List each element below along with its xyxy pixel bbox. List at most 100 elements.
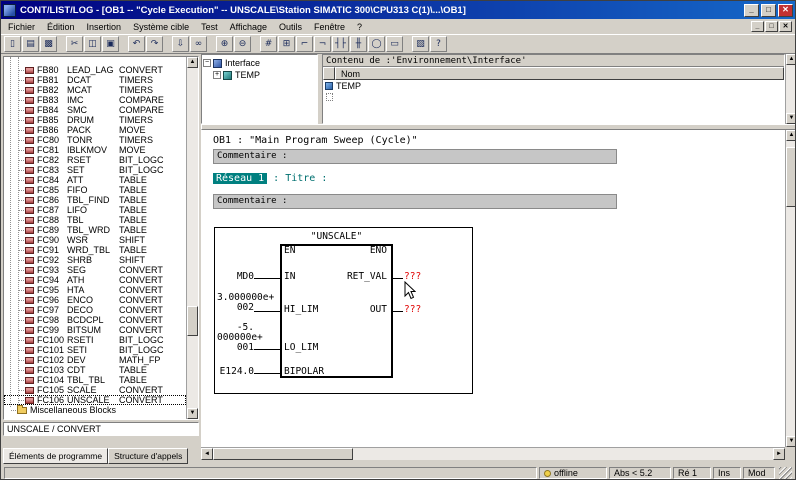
tree-item[interactable]: FC88 TBL TABLE bbox=[4, 215, 186, 225]
menu-item[interactable]: Test bbox=[195, 21, 224, 33]
resize-grip[interactable] bbox=[779, 466, 792, 479]
download-icon[interactable]: ⇩ bbox=[172, 36, 189, 52]
menu-item[interactable]: Système cible bbox=[127, 21, 195, 33]
redo-icon[interactable]: ↷ bbox=[146, 36, 163, 52]
tree-item[interactable]: FC103 CDT TABLE bbox=[4, 365, 186, 375]
contact-no-icon[interactable]: ┤├ bbox=[332, 36, 349, 52]
scroll-right-icon[interactable]: ► bbox=[773, 448, 785, 460]
scroll-down-icon[interactable]: ▼ bbox=[786, 113, 795, 124]
zoom-out-icon[interactable]: ⊖ bbox=[234, 36, 251, 52]
menu-item[interactable]: Fenêtre bbox=[308, 21, 351, 33]
scrollbar-thumb[interactable] bbox=[786, 146, 795, 207]
coil-icon[interactable]: ◯ bbox=[368, 36, 385, 52]
tree-item[interactable]: FC102 DEV MATH_FP bbox=[4, 355, 186, 365]
menu-item[interactable]: Insertion bbox=[81, 21, 128, 33]
tree-item[interactable]: FB85 DRUM TIMERS bbox=[4, 115, 186, 125]
tree-scrollbar[interactable]: ▲ ▼ bbox=[186, 57, 198, 419]
menu-item[interactable]: ? bbox=[351, 21, 368, 33]
interface-root-item[interactable]: − Interface bbox=[203, 57, 316, 69]
tree-item[interactable]: FC84 ATT TABLE bbox=[4, 175, 186, 185]
mdi-minimize-button[interactable]: _ bbox=[751, 21, 764, 32]
contact-nc-icon[interactable]: ╫ bbox=[350, 36, 367, 52]
zoom-in-icon[interactable]: ⊕ bbox=[216, 36, 233, 52]
cut-icon[interactable]: ✂ bbox=[66, 36, 83, 52]
declaration-scrollbar[interactable]: ▲ ▼ bbox=[785, 54, 795, 124]
operand-in[interactable]: MD0 bbox=[217, 272, 254, 282]
expand-icon[interactable]: + bbox=[213, 71, 221, 79]
tree-item[interactable]: FC99 BITSUM CONVERT bbox=[4, 325, 186, 335]
open-icon[interactable]: ▤ bbox=[22, 36, 39, 52]
tree-item[interactable]: FC80 TONR TIMERS bbox=[4, 135, 186, 145]
copy-icon[interactable]: ◫ bbox=[84, 36, 101, 52]
tree-item[interactable]: FC87 LIFO TABLE bbox=[4, 205, 186, 215]
menu-item[interactable]: Outils bbox=[273, 21, 308, 33]
mdi-restore-button[interactable]: □ bbox=[765, 21, 778, 32]
tree-item[interactable]: FC98 BCDCPL CONVERT bbox=[4, 315, 186, 325]
tree-item[interactable]: FB82 MCAT TIMERS bbox=[4, 85, 186, 95]
new-document-icon[interactable]: ▯ bbox=[4, 36, 21, 52]
tree-item[interactable]: FC82 RSET BIT_LOGC bbox=[4, 155, 186, 165]
menu-item[interactable]: Affichage bbox=[224, 21, 273, 33]
tree-item[interactable]: FC85 FIFO TABLE bbox=[4, 185, 186, 195]
menu-item[interactable]: Édition bbox=[41, 21, 81, 33]
code-editor[interactable]: OB1 : "Main Program Sweep (Cycle)" Comme… bbox=[201, 130, 785, 447]
mdi-close-button[interactable]: ✕ bbox=[779, 21, 792, 32]
tree-item[interactable]: FC100 RSETI BIT_LOGC bbox=[4, 335, 186, 345]
maximize-button[interactable]: □ bbox=[761, 3, 776, 17]
editor-vertical-scrollbar[interactable]: ▲ ▼ bbox=[785, 130, 795, 447]
tab-call-structure[interactable]: Structure d'appels bbox=[108, 448, 189, 464]
tree-item-misc-blocks[interactable]: Miscellaneous Blocks bbox=[4, 404, 186, 415]
network-comment-field[interactable]: Commentaire : bbox=[213, 194, 617, 209]
tree-item[interactable]: FC95 HTA CONVERT bbox=[4, 285, 186, 295]
collapse-icon[interactable]: − bbox=[203, 59, 211, 67]
declaration-row-temp[interactable]: TEMP bbox=[323, 80, 784, 91]
tree-item[interactable]: FC86 TBL_FIND TABLE bbox=[4, 195, 186, 205]
tree-item[interactable]: FC81 IBLKMOV MOVE bbox=[4, 145, 186, 155]
minimize-button[interactable]: _ bbox=[744, 3, 759, 17]
fb-block-title[interactable]: "UNSCALE" bbox=[280, 231, 393, 242]
operand-bipolar[interactable]: E124.0 bbox=[217, 367, 254, 377]
tree-item[interactable]: FC106 UNSCALE CONVERT bbox=[4, 395, 186, 405]
tree-item[interactable]: FB81 DCAT TIMERS bbox=[4, 75, 186, 85]
operand-lo-lim[interactable]: -5. 000000e+ 001 bbox=[217, 323, 263, 353]
scroll-up-icon[interactable]: ▲ bbox=[786, 54, 795, 65]
new-network-icon[interactable]: ⊞ bbox=[278, 36, 295, 52]
tree-item[interactable]: FC101 SETI BIT_LOGC bbox=[4, 345, 186, 355]
tree-item[interactable]: FC105 SCALE CONVERT bbox=[4, 385, 186, 395]
scrollbar-thumb[interactable] bbox=[187, 306, 198, 336]
paste-icon[interactable]: ▣ bbox=[102, 36, 119, 52]
tree-item[interactable]: FC96 ENCO CONVERT bbox=[4, 295, 186, 305]
address-symbols-icon[interactable]: # bbox=[260, 36, 277, 52]
tree-item[interactable]: FC92 SHRB SHIFT bbox=[4, 255, 186, 265]
tree-item[interactable]: FB84 SMC COMPARE bbox=[4, 105, 186, 115]
column-header-nom[interactable]: Nom bbox=[335, 67, 784, 80]
tree-item[interactable]: FC104 TBL_TBL TABLE bbox=[4, 375, 186, 385]
scroll-up-icon[interactable]: ▲ bbox=[187, 57, 198, 68]
tree-item[interactable]: FC91 WRD_TBL TABLE bbox=[4, 245, 186, 255]
tab-program-elements[interactable]: Éléments de programme bbox=[3, 448, 109, 464]
tree-item[interactable]: FC97 DECO CONVERT bbox=[4, 305, 186, 315]
close-button[interactable]: ✕ bbox=[778, 3, 793, 17]
scroll-down-icon[interactable]: ▼ bbox=[786, 436, 795, 447]
network-title[interactable]: : Titre : bbox=[273, 173, 327, 184]
catalog-icon[interactable]: ▧ bbox=[412, 36, 429, 52]
help-icon[interactable]: ? bbox=[430, 36, 447, 52]
tree-item[interactable]: FB86 PACK MOVE bbox=[4, 125, 186, 135]
declaration-row-empty[interactable] bbox=[323, 91, 784, 102]
print-icon[interactable]: ▩ bbox=[40, 36, 57, 52]
operand-out-missing[interactable]: ??? bbox=[404, 305, 421, 315]
tree-item[interactable]: FC94 ATH CONVERT bbox=[4, 275, 186, 285]
close-branch-icon[interactable]: ¬ bbox=[314, 36, 331, 52]
tree-item[interactable]: FC89 TBL_WRD TABLE bbox=[4, 225, 186, 235]
menu-item[interactable]: Fichier bbox=[2, 21, 41, 33]
monitor-glasses-icon[interactable]: ∞ bbox=[190, 36, 207, 52]
operand-hi-lim[interactable]: 3.000000e+ 002 bbox=[217, 293, 274, 313]
scroll-up-icon[interactable]: ▲ bbox=[786, 130, 795, 141]
network-label-selected[interactable]: Réseau 1 bbox=[213, 173, 268, 184]
temp-tree-item[interactable]: + TEMP bbox=[203, 69, 316, 81]
block-comment-field[interactable]: Commentaire : bbox=[213, 149, 617, 164]
tree-item[interactable]: FC93 SEG CONVERT bbox=[4, 265, 186, 275]
tree-item[interactable]: FC83 SET BIT_LOGC bbox=[4, 165, 186, 175]
editor-horizontal-scrollbar[interactable]: ◄ ► bbox=[201, 447, 785, 460]
scroll-left-icon[interactable]: ◄ bbox=[201, 448, 213, 460]
